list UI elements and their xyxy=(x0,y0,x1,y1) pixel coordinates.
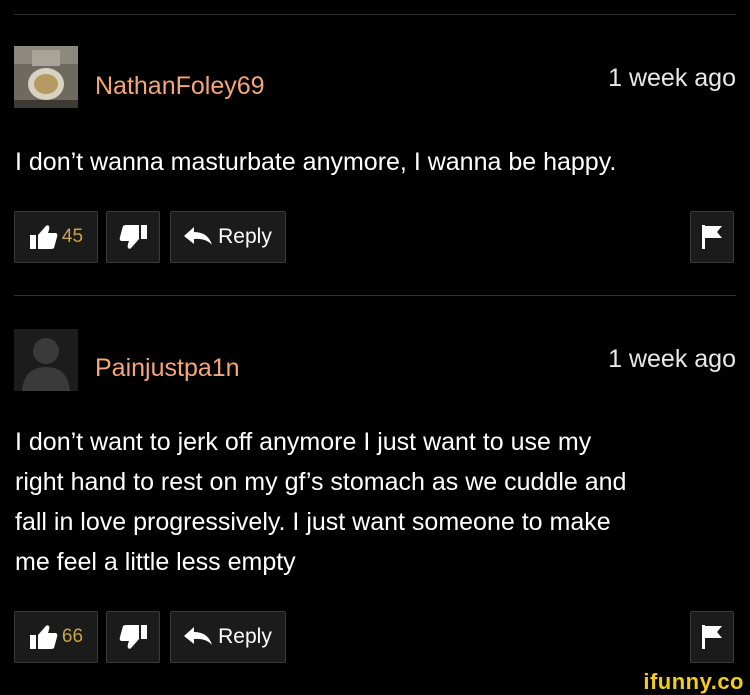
dislike-button[interactable] xyxy=(106,211,160,263)
reply-label: Reply xyxy=(218,225,272,248)
thumbs-up-icon xyxy=(29,225,58,249)
comment-text-line: I don’t want to jerk off anymore I just … xyxy=(15,428,592,456)
comment-text: I don’t wanna masturbate anymore, I wann… xyxy=(15,148,617,176)
flag-button[interactable] xyxy=(690,611,734,663)
reply-arrow-icon xyxy=(184,627,213,645)
flag-icon xyxy=(702,625,722,649)
toilet-photo-avatar-icon xyxy=(14,46,78,108)
timestamp: 1 week ago xyxy=(608,345,736,373)
reply-label: Reply xyxy=(218,625,272,648)
thumbs-down-icon xyxy=(119,625,147,649)
flag-button[interactable] xyxy=(690,211,734,263)
dislike-button[interactable] xyxy=(106,611,160,663)
like-button[interactable]: 66 xyxy=(14,611,98,663)
like-button[interactable]: 45 xyxy=(14,211,98,263)
comment-text-line: right hand to rest on my gf’s stomach as… xyxy=(15,468,627,496)
timestamp: 1 week ago xyxy=(608,64,736,92)
reply-arrow-icon xyxy=(184,227,213,245)
like-count: 45 xyxy=(61,226,84,247)
ifunny-watermark: ifunny.co xyxy=(643,669,744,694)
avatar[interactable] xyxy=(14,46,78,108)
comment-text-line: me feel a little less empty xyxy=(15,548,296,576)
like-count: 66 xyxy=(61,626,84,647)
thumbs-up-icon xyxy=(29,625,58,649)
comment-text: I don’t want to jerk off anymore I just … xyxy=(15,422,740,582)
reply-button[interactable]: Reply xyxy=(170,211,286,263)
comment-text-line: fall in love progressively. I just want … xyxy=(15,508,611,536)
comment-divider xyxy=(14,295,736,296)
default-user-avatar-icon xyxy=(14,329,78,391)
reply-button[interactable]: Reply xyxy=(170,611,286,663)
username[interactable]: NathanFoley69 xyxy=(95,72,265,101)
thumbs-down-icon xyxy=(119,225,147,249)
username[interactable]: Painjustpa1n xyxy=(95,354,240,383)
flag-icon xyxy=(702,225,722,249)
avatar[interactable] xyxy=(14,329,78,391)
top-divider xyxy=(14,14,736,15)
